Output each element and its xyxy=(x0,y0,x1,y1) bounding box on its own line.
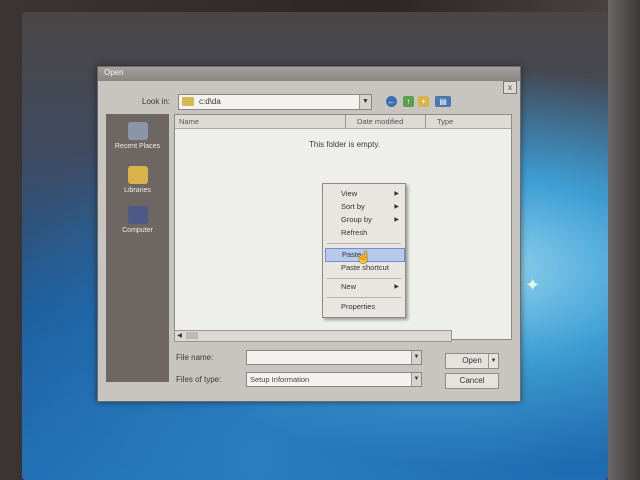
menu-item-view[interactable]: View ▶ xyxy=(325,188,403,200)
open-split-arrow-icon[interactable]: ▼ xyxy=(488,354,498,368)
column-divider[interactable] xyxy=(345,115,346,128)
empty-folder-message: This folder is empty. xyxy=(309,140,380,149)
places-bar: Recent Places Libraries Computer xyxy=(106,114,169,382)
look-in-value: c:d\da xyxy=(199,97,221,106)
look-in-combo[interactable]: c:d\da ▼ xyxy=(178,94,372,110)
open-button-label: Open xyxy=(462,356,482,365)
chevron-down-icon[interactable]: ▼ xyxy=(411,351,421,364)
chevron-down-icon[interactable]: ▼ xyxy=(359,95,371,109)
menu-item-label: New xyxy=(341,282,357,291)
column-header-row: Name Date modified Type xyxy=(175,115,511,129)
menu-separator xyxy=(327,243,401,244)
menu-item-label: Sort by xyxy=(341,202,365,211)
place-label: Libraries xyxy=(124,187,151,194)
submenu-arrow-icon: ▶ xyxy=(394,204,399,210)
back-icon[interactable]: ← xyxy=(386,96,397,107)
column-date-modified[interactable]: Date modified xyxy=(357,117,403,126)
menu-item-refresh[interactable]: Refresh xyxy=(325,227,403,239)
file-type-select[interactable]: Setup Information ▼ xyxy=(246,372,422,387)
recent-places-icon xyxy=(127,122,148,140)
column-name[interactable]: Name xyxy=(179,117,199,126)
close-button[interactable]: x xyxy=(503,81,517,94)
file-name-label: File name: xyxy=(176,353,214,362)
mouse-pointer-icon: ☝ xyxy=(356,250,371,264)
view-menu-icon[interactable]: ▤ xyxy=(435,96,451,107)
menu-item-sort-by[interactable]: Sort by ▶ xyxy=(325,201,403,213)
submenu-arrow-icon: ▶ xyxy=(394,217,399,223)
column-type[interactable]: Type xyxy=(437,117,453,126)
menu-item-group-by[interactable]: Group by ▶ xyxy=(325,214,403,226)
menu-item-label: Group by xyxy=(341,215,372,224)
menu-item-label: Refresh xyxy=(341,228,368,237)
file-type-label: Files of type: xyxy=(176,375,222,384)
folder-icon xyxy=(182,97,194,106)
scroll-left-icon[interactable]: ◀ xyxy=(175,331,184,341)
place-label: Recent Places xyxy=(114,143,161,150)
cancel-button[interactable]: Cancel xyxy=(445,373,499,389)
file-name-input[interactable]: ▼ xyxy=(246,350,422,365)
place-computer[interactable]: Computer xyxy=(106,206,169,234)
menu-separator xyxy=(327,297,401,298)
menu-item-new[interactable]: New ▶ xyxy=(325,281,403,293)
horizontal-scrollbar[interactable]: ◀ xyxy=(174,330,452,342)
libraries-icon xyxy=(127,166,148,184)
open-button[interactable]: Open ▼ xyxy=(445,353,499,369)
column-divider[interactable] xyxy=(425,115,426,128)
place-libraries[interactable]: Libraries xyxy=(106,166,169,194)
menu-item-label: View xyxy=(341,189,358,198)
submenu-arrow-icon: ▶ xyxy=(394,191,399,197)
computer-icon xyxy=(127,206,148,224)
open-dialog: Open x Look in: c:d\da ▼ ← ↑ + ▤ Recent … xyxy=(97,66,521,402)
place-recent-places[interactable]: Recent Places xyxy=(106,122,169,150)
look-in-label: Look in: xyxy=(142,97,171,106)
menu-item-properties[interactable]: Properties xyxy=(325,301,403,313)
new-folder-icon[interactable]: + xyxy=(418,96,429,107)
up-folder-icon[interactable]: ↑ xyxy=(403,96,414,107)
scrollbar-thumb[interactable] xyxy=(186,332,198,339)
menu-separator xyxy=(327,278,401,279)
dialog-titlebar: Open xyxy=(98,67,520,81)
place-label: Computer xyxy=(122,227,153,234)
chevron-down-icon[interactable]: ▼ xyxy=(411,373,421,386)
monitor-edge xyxy=(608,0,640,480)
submenu-arrow-icon: ▶ xyxy=(394,284,399,290)
dialog-title: Open xyxy=(104,68,124,77)
menu-item-label: Properties xyxy=(341,302,376,311)
file-type-value: Setup Information xyxy=(250,375,310,384)
